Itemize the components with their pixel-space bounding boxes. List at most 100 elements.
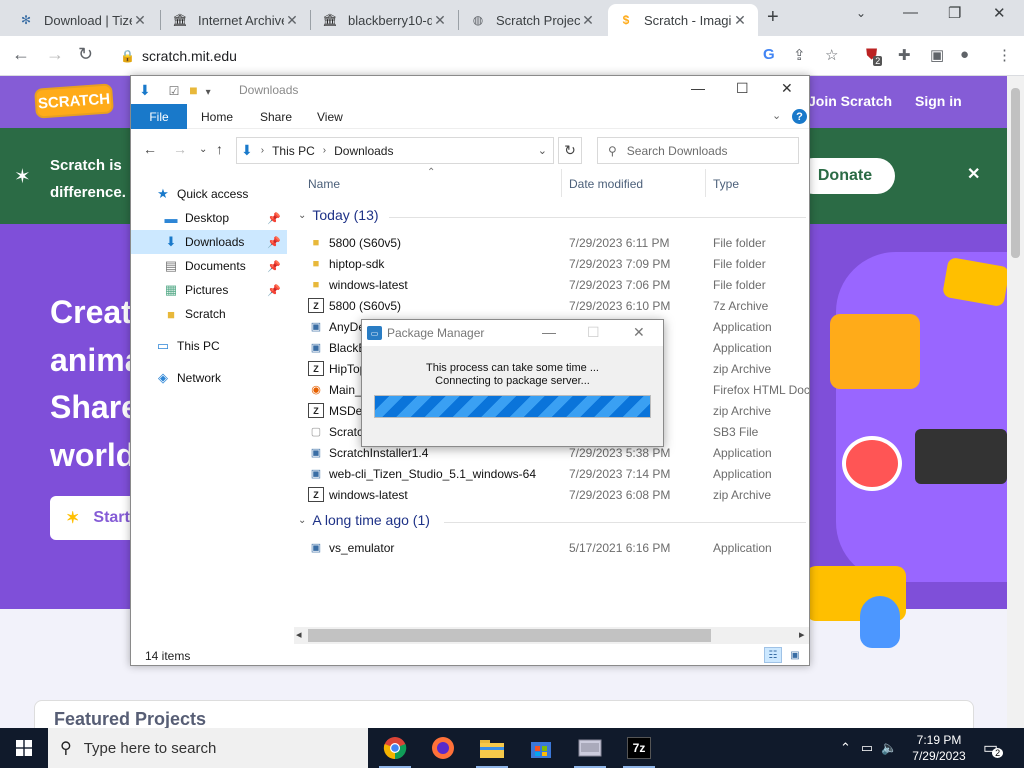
download-arrow-icon[interactable]: ⬇: [139, 82, 151, 98]
extensions-puzzle-icon[interactable]: ✚: [898, 46, 911, 64]
up-arrow-icon[interactable]: ↑: [216, 141, 223, 157]
file-row[interactable]: ▣ web-cli_Tizen_Studio_5.1_windows-64 7/29…: [294, 463, 809, 484]
clock[interactable]: 7:19 PM 7/29/2023: [906, 732, 972, 764]
breadcrumb-downloads[interactable]: Downloads: [334, 144, 393, 158]
tab-search-chevron-icon[interactable]: ⌄: [856, 6, 866, 20]
sign-in-link[interactable]: Sign in: [915, 93, 962, 109]
nav-documents[interactable]: ▤ Documents 📌: [131, 254, 287, 278]
pin-icon[interactable]: 📌: [267, 212, 281, 225]
address-dropdown-icon[interactable]: ⌄: [538, 144, 547, 157]
back-arrow-icon[interactable]: ←: [143, 141, 157, 157]
reload-icon[interactable]: ↻: [78, 44, 93, 65]
nav-this-pc[interactable]: ▭ This PC: [155, 334, 285, 358]
join-scratch-link[interactable]: Join Scratch: [808, 93, 892, 109]
minimize-icon[interactable]: —: [542, 324, 556, 340]
ublock-extension-icon[interactable]: ⛊2: [866, 46, 886, 66]
file-row[interactable]: Zwindows-latest 7/29/2023 6:08 PM zip Arch…: [294, 484, 809, 505]
network-icon[interactable]: ▭: [861, 740, 873, 756]
side-panel-icon[interactable]: ▣: [930, 46, 944, 64]
chrome-menu-icon[interactable]: ⋮: [997, 46, 1012, 64]
folder-icon[interactable]: ■: [189, 82, 197, 98]
file-row[interactable]: ■ windows-latest 7/29/2023 7:06 PM File fol…: [294, 274, 809, 295]
dropdown-icon[interactable]: ▾: [206, 87, 211, 98]
tab-file[interactable]: File: [131, 104, 187, 129]
tab-view[interactable]: View: [317, 110, 343, 124]
forward-arrow-icon[interactable]: →: [173, 141, 187, 157]
close-tab-icon[interactable]: ✕: [732, 12, 748, 29]
pin-icon[interactable]: 📌: [267, 236, 281, 249]
nav-network[interactable]: ◈ Network: [155, 366, 285, 390]
close-dialog-icon[interactable]: ✕: [633, 324, 645, 341]
tab-scratch-project[interactable]: ◍ Scratch Project ✕: [460, 4, 606, 36]
close-tab-icon[interactable]: ✕: [432, 12, 448, 29]
close-banner-icon[interactable]: ✕: [967, 164, 980, 184]
nav-quick-access[interactable]: ★ Quick access: [155, 182, 285, 206]
column-divider[interactable]: [705, 169, 706, 197]
file-row[interactable]: ■ hiptop-sdk 7/29/2023 7:09 PM File folder: [294, 253, 809, 274]
details-view-icon[interactable]: ☷: [764, 647, 782, 663]
tab-internet-archive[interactable]: 🏛 Internet Archive ✕: [162, 4, 310, 36]
column-header-type[interactable]: Type: [713, 177, 739, 191]
tab-blackberry[interactable]: 🏛 blackberry10-de ✕: [312, 4, 458, 36]
scroll-right-icon[interactable]: ▸: [799, 628, 805, 641]
new-tab-button[interactable]: +: [767, 6, 779, 29]
help-icon[interactable]: ?: [792, 109, 807, 124]
donate-button[interactable]: Donate: [795, 158, 895, 194]
large-icons-view-icon[interactable]: ▣: [786, 647, 804, 663]
file-row[interactable]: Z 5800 (S60v5) 7/29/2023 6:10 PM 7z Archive: [294, 295, 809, 316]
taskbar-firefox[interactable]: [419, 728, 467, 768]
nav-desktop[interactable]: ▬ Desktop 📌: [131, 206, 287, 230]
column-divider[interactable]: [561, 169, 562, 197]
volume-icon[interactable]: 🔈: [881, 740, 897, 756]
restore-icon[interactable]: ❐: [948, 4, 961, 22]
tab-share[interactable]: Share: [260, 110, 292, 124]
file-row[interactable]: ▣ vs_emulator 5/17/2021 6:16 PM Application: [294, 537, 809, 558]
search-input[interactable]: ⚲ Search Downloads: [597, 137, 799, 164]
close-tab-icon[interactable]: ✕: [580, 12, 596, 29]
recent-locations-icon[interactable]: ⌄: [199, 144, 207, 155]
breadcrumb-this-pc[interactable]: This PC: [272, 144, 315, 158]
minimize-icon[interactable]: —: [903, 4, 918, 21]
taskbar-store[interactable]: [517, 728, 565, 768]
pin-icon[interactable]: 📌: [267, 260, 281, 273]
taskbar-file-explorer[interactable]: [468, 728, 516, 768]
close-window-icon[interactable]: ✕: [993, 4, 1006, 22]
close-window-icon[interactable]: ✕: [781, 80, 793, 97]
properties-icon[interactable]: ☑: [169, 84, 180, 98]
maximize-icon[interactable]: ☐: [736, 80, 749, 97]
group-header-older[interactable]: ⌄ A long time ago (1): [298, 512, 430, 528]
start-button[interactable]: [0, 728, 48, 768]
scratch-logo[interactable]: SCRATCH: [34, 83, 114, 119]
tab-scratch-imagine[interactable]: $ Scratch - Imagin ✕: [608, 4, 758, 36]
explorer-address-bar[interactable]: ⬇ › This PC › Downloads ⌄: [236, 137, 554, 164]
taskbar-search-box[interactable]: ⚲ Type here to search: [48, 728, 368, 768]
column-header-name[interactable]: Name: [308, 177, 340, 191]
scrollbar-thumb[interactable]: [308, 629, 711, 642]
close-tab-icon[interactable]: ✕: [132, 12, 148, 29]
nav-scratch[interactable]: ■ Scratch: [131, 302, 287, 326]
file-row[interactable]: ■ 5800 (S60v5) 7/29/2023 6:11 PM File folde…: [294, 232, 809, 253]
pin-icon[interactable]: 📌: [267, 284, 281, 297]
back-arrow-icon[interactable]: ←: [12, 44, 30, 65]
forward-arrow-icon[interactable]: →: [46, 44, 64, 65]
share-icon[interactable]: ⇪: [793, 46, 806, 64]
show-hidden-icons-icon[interactable]: ⌃: [840, 740, 851, 756]
group-header-today[interactable]: ⌄ Today (13): [298, 207, 379, 223]
column-header-date[interactable]: Date modified: [569, 177, 643, 191]
tab-home[interactable]: Home: [201, 110, 233, 124]
nav-pictures[interactable]: ▦ Pictures 📌: [131, 278, 287, 302]
notification-center[interactable]: ▭ 2: [983, 728, 1009, 768]
address-bar[interactable]: 🔒 scratch.mit.edu: [110, 41, 855, 71]
minimize-icon[interactable]: —: [691, 80, 705, 96]
taskbar-chrome[interactable]: [371, 728, 419, 768]
close-tab-icon[interactable]: ✕: [284, 12, 300, 29]
scrollbar-thumb[interactable]: [1011, 88, 1020, 258]
page-scrollbar[interactable]: [1007, 76, 1024, 728]
google-icon[interactable]: G: [763, 46, 775, 63]
bookmark-star-icon[interactable]: ☆: [825, 46, 838, 64]
profile-avatar-icon[interactable]: ●: [960, 46, 969, 63]
taskbar-package-manager[interactable]: [566, 728, 614, 768]
nav-downloads[interactable]: ⬇ Downloads 📌: [131, 230, 287, 254]
tab-tizen-download[interactable]: ✻ Download | Tizen ✕: [8, 4, 158, 36]
horizontal-scrollbar[interactable]: ◂ ▸: [294, 627, 809, 644]
